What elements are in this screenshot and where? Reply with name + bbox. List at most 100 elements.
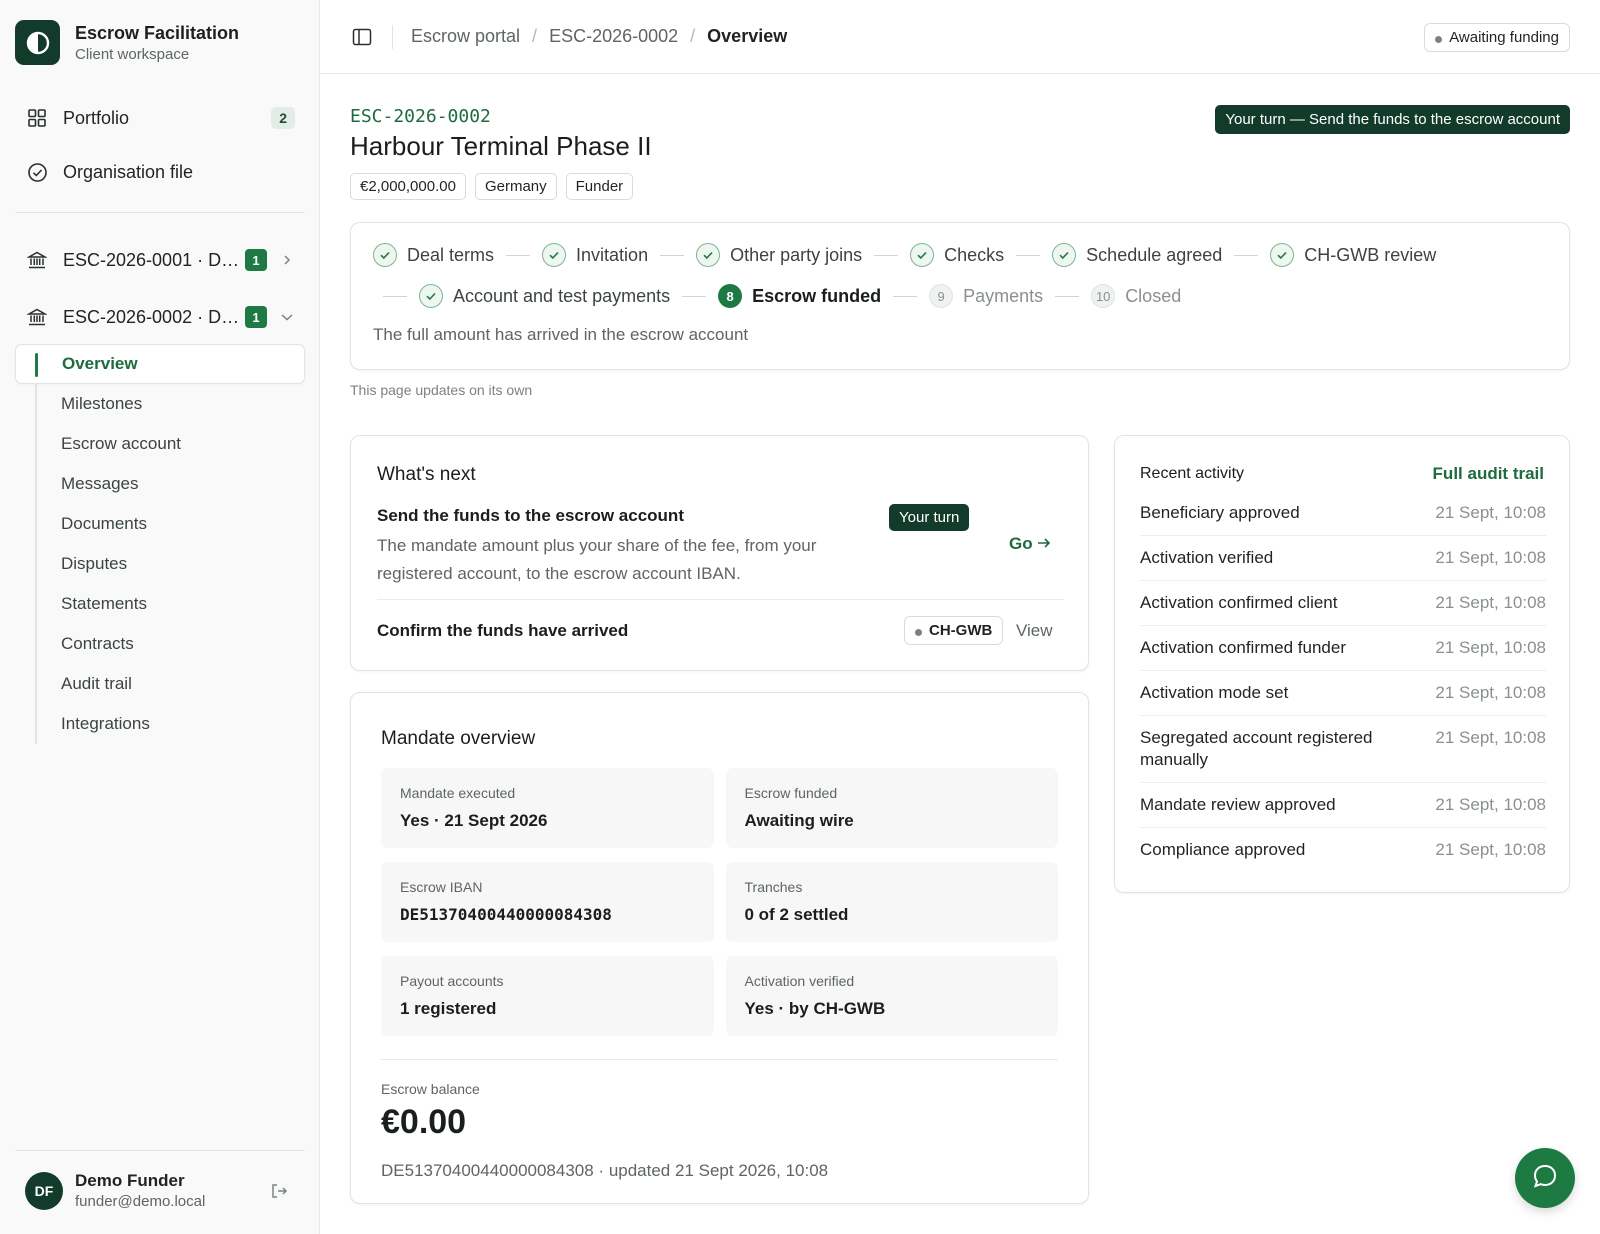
escrow-balance-meta: DE51370400440000084308 · updated 21 Sept…	[381, 1161, 829, 1180]
cell-value: DE51370400440000084308	[400, 905, 612, 924]
subnav-item-documents[interactable]: Documents	[15, 504, 305, 544]
activity-name: Activation confirmed funder	[1140, 638, 1346, 657]
mandate-overview-card: Mandate overview Mandate executed Yes · …	[350, 692, 1089, 1204]
step-connector	[1055, 295, 1080, 297]
activity-time: 21 Sept, 10:08	[1435, 548, 1546, 567]
activity-time: 21 Sept, 10:08	[1435, 840, 1546, 859]
amount-tag: €2,000,000.00	[350, 173, 466, 200]
task-description: The mandate amount plus your share of th…	[377, 536, 817, 583]
subnav-item-milestones[interactable]: Milestones	[15, 384, 305, 424]
step-check-icon	[696, 243, 721, 267]
full-audit-trail-link[interactable]: Full audit trail	[1433, 464, 1544, 484]
deal-item-esc-2026-0001[interactable]: ESC-2026-0001 · D… 1	[15, 235, 305, 285]
subnav-item-overview[interactable]: Overview	[15, 344, 305, 384]
logout-icon[interactable]	[269, 1181, 289, 1201]
your-turn-badge: Your turn	[889, 504, 970, 531]
breadcrumb-separator: /	[690, 26, 696, 46]
step-schedule-agreed: Schedule agreed	[1052, 243, 1222, 267]
step-checks: Checks	[910, 243, 1004, 267]
activity-time: 21 Sept, 10:08	[1435, 503, 1546, 522]
step-label: Other party joins	[730, 244, 863, 265]
activity-time: 21 Sept, 10:08	[1435, 638, 1546, 657]
step-number: 8	[718, 284, 743, 308]
list-item: Compliance approved 21 Sept, 10:08	[1140, 828, 1546, 872]
primary-nav: Portfolio 2 Organisation file	[15, 94, 305, 202]
list-item: Mandate review approved 21 Sept, 10:08	[1140, 783, 1546, 828]
stepper-row: Account and test payments 8 Escrow funde…	[361, 284, 1181, 308]
list-item: Activation mode set 21 Sept, 10:08	[1140, 671, 1546, 716]
activity-list: Beneficiary approved 21 Sept, 10:08 Activ…	[1140, 491, 1546, 872]
subnav-item-escrow-account[interactable]: Escrow account	[15, 424, 305, 464]
activity-name: Segregated account registered manually	[1140, 728, 1373, 769]
step-payments: 9 Payments	[929, 284, 1043, 308]
bank-icon	[25, 248, 49, 272]
nav-item-portfolio[interactable]: Portfolio 2	[15, 94, 305, 142]
confirm-task-title: Confirm the funds have arrived	[377, 621, 629, 640]
mandate-executed-cell: Mandate executed Yes · 21 Sept 2026	[381, 768, 714, 848]
notification-badge: 1	[245, 306, 267, 328]
brand: Escrow Facilitation Client workspace	[15, 20, 239, 65]
step-connector	[682, 295, 707, 297]
activity-time: 21 Sept, 10:08	[1435, 593, 1546, 612]
step-invitation: Invitation	[542, 243, 648, 267]
card-divider	[381, 1059, 1058, 1060]
cell-value: Yes · by CH-GWB	[744, 999, 886, 1018]
step-description: The full amount has arrived in the escro…	[373, 325, 749, 344]
topbar: Escrow portal / ESC-2026-0002 / Overview…	[320, 0, 1600, 74]
chat-button[interactable]	[1515, 1148, 1575, 1208]
step-connector	[1234, 254, 1259, 256]
cell-label: Mandate executed	[400, 785, 516, 801]
cell-value: 0 of 2 settled	[744, 905, 849, 924]
go-button[interactable]: Go	[1009, 534, 1051, 554]
deal-label: ESC-2026-0002 · D…	[63, 306, 240, 327]
your-turn-banner: Your turn — Send the funds to the escrow…	[1215, 105, 1570, 134]
chevron-right-icon	[279, 252, 295, 268]
step-number: 9	[929, 284, 954, 308]
go-label: Go	[1009, 534, 1033, 553]
subnav-item-disputes[interactable]: Disputes	[15, 544, 305, 584]
breadcrumb-escrow-portal[interactable]: Escrow portal	[411, 26, 520, 47]
activation-verified-cell: Activation verified Yes · by CH-GWB	[725, 956, 1058, 1036]
subnav-item-messages[interactable]: Messages	[15, 464, 305, 504]
escrow-funded-cell: Escrow funded Awaiting wire	[725, 768, 1058, 848]
cell-value: 1 registered	[400, 999, 497, 1018]
breadcrumb-separator: /	[532, 26, 538, 46]
step-connector	[383, 295, 407, 297]
deal-code: ESC-2026-0002	[350, 106, 491, 127]
activity-time: 21 Sept, 10:08	[1435, 683, 1546, 702]
step-label: Escrow funded	[752, 285, 882, 306]
escrow-balance-label: Escrow balance	[381, 1081, 480, 1097]
activity-name: Activation verified	[1140, 548, 1274, 567]
activity-name: Activation mode set	[1140, 683, 1289, 702]
nav-item-organisation-file[interactable]: Organisation file	[15, 148, 305, 196]
activity-name: Beneficiary approved	[1140, 503, 1300, 522]
deal-item-esc-2026-0002[interactable]: ESC-2026-0002 · D… 1	[15, 292, 305, 342]
step-other-party-joins: Other party joins	[696, 243, 862, 267]
subnav-item-contracts[interactable]: Contracts	[15, 624, 305, 664]
step-label: Checks	[944, 244, 1005, 265]
step-check-icon	[1270, 243, 1295, 267]
deal-subnav: Overview Milestones Escrow account Messa…	[15, 344, 305, 744]
breadcrumb-current: Overview	[707, 26, 788, 46]
cell-label: Payout accounts	[400, 973, 504, 989]
notification-badge: 1	[245, 249, 267, 271]
activity-name: Activation confirmed client	[1140, 593, 1338, 612]
subnav-item-integrations[interactable]: Integrations	[15, 704, 305, 744]
subnav-item-statements[interactable]: Statements	[15, 584, 305, 624]
breadcrumb: Escrow portal / ESC-2026-0002 / Overview	[411, 26, 787, 47]
user-name: Demo Funder	[75, 1171, 185, 1190]
view-link[interactable]: View	[1016, 621, 1053, 641]
mandate-grid: Mandate executed Yes · 21 Sept 2026 Escr…	[381, 768, 1058, 1036]
cell-value: Yes · 21 Sept 2026	[400, 811, 548, 830]
step-account-and-test-payments: Account and test payments	[419, 284, 670, 308]
breadcrumb-deal[interactable]: ESC-2026-0002	[549, 26, 678, 47]
subnav-item-audit-trail[interactable]: Audit trail	[15, 664, 305, 704]
page-title: Harbour Terminal Phase II	[350, 131, 652, 161]
cell-label: Escrow funded	[744, 785, 838, 801]
avatar: DF	[25, 1171, 63, 1210]
list-item: Activation verified 21 Sept, 10:08	[1140, 536, 1546, 581]
step-deal-terms: Deal terms	[373, 243, 494, 267]
sidebar-toggle-icon[interactable]	[350, 25, 374, 49]
step-closed: 10 Closed	[1091, 284, 1181, 308]
cell-label: Tranches	[744, 879, 803, 895]
